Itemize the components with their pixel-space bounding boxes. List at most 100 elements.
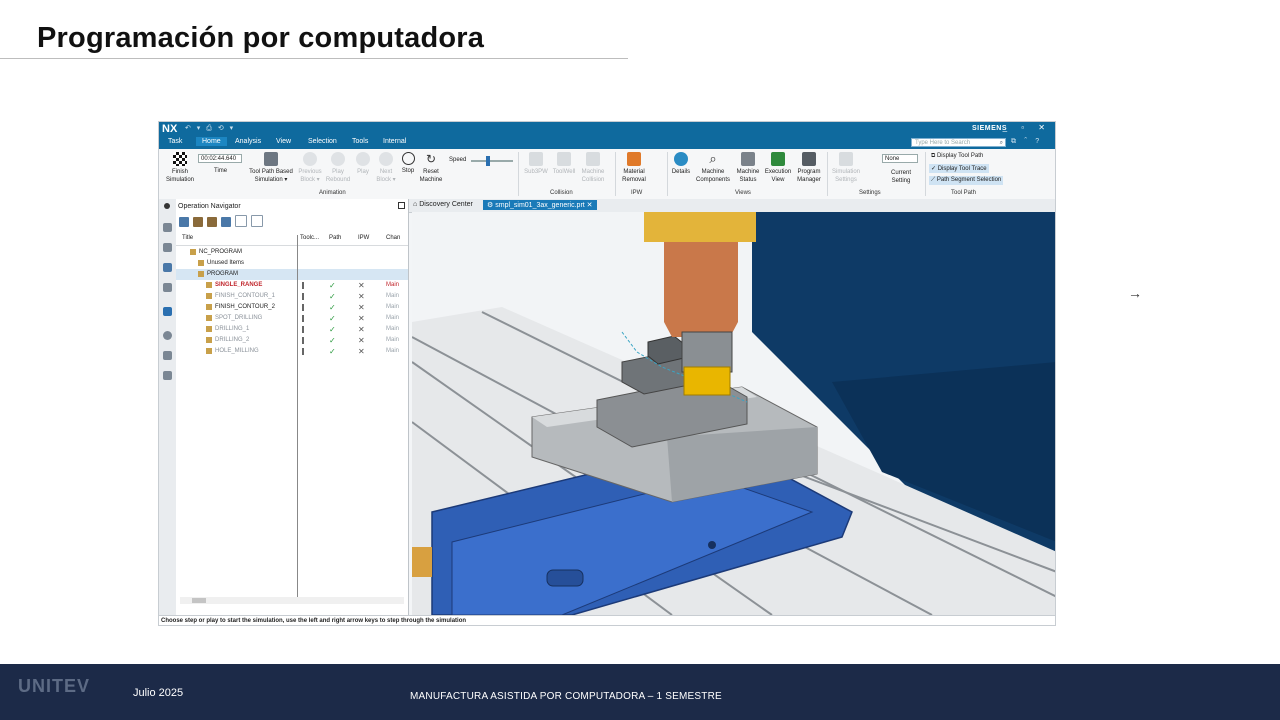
play-button[interactable]: Play (353, 152, 373, 176)
tree-row[interactable]: Unused Items (176, 258, 408, 269)
toolwell-button[interactable]: ToolWell (551, 152, 577, 176)
quick-access-icons[interactable]: ↶ ▾ ⎙ ⟲ ▾ (185, 124, 235, 133)
ipw-status-icon: ✕ (358, 336, 365, 345)
search-placeholder: Type Here to Search (915, 140, 971, 146)
column-channel[interactable]: Chan (386, 235, 400, 241)
tree-row[interactable]: FINISH_CONTOUR_2 ✓ ✕ Main (176, 302, 408, 313)
speed-slider[interactable] (471, 160, 513, 162)
vise-handle (412, 547, 432, 577)
machine-status-button[interactable]: Machine Status (734, 152, 762, 184)
simulation-settings-button[interactable]: Simulation Settings (830, 152, 862, 184)
menu-home[interactable]: Home (196, 137, 227, 146)
tree-row-name: SPOT_DRILLING (215, 315, 263, 321)
machine-components-button[interactable]: ⌕ Machine Components (694, 152, 732, 184)
next-block-button[interactable]: Next Block ▾ (373, 152, 399, 184)
scrollbar-thumb[interactable] (192, 598, 206, 603)
path-status-icon: ✓ (329, 325, 336, 334)
find-icon[interactable] (235, 215, 247, 227)
toolwell-label: ToolWell (552, 169, 576, 175)
tree-row[interactable]: HOLE_MILLING ✓ ✕ Main (176, 346, 408, 357)
channel-value: Main (386, 348, 400, 354)
play-rebound-button[interactable]: Play Rebound (325, 152, 351, 184)
method-view-icon[interactable] (221, 217, 231, 227)
menu-view[interactable]: View (276, 138, 291, 145)
operation-icon (206, 315, 212, 321)
tool-shank (681, 331, 733, 373)
previous-block-button[interactable]: Previous Block ▾ (297, 152, 323, 184)
column-path[interactable]: Path (329, 235, 341, 241)
machine-collision-button[interactable]: Machine Collision (579, 152, 607, 184)
menu-analysis[interactable]: Analysis (235, 138, 261, 145)
rail-pin-icon[interactable] (164, 203, 170, 209)
material-removal-button[interactable]: Material Removal (619, 152, 649, 184)
speed-slider-thumb[interactable] (485, 156, 490, 166)
rail-parts-icon[interactable] (163, 223, 172, 232)
tree-row[interactable]: NC_PROGRAM (176, 247, 408, 258)
machine-tool-view-icon[interactable] (193, 217, 203, 227)
collision-icon (529, 152, 543, 166)
menu-tools[interactable]: Tools (352, 138, 368, 145)
menu-internal[interactable]: Internal (383, 138, 406, 145)
menu-task[interactable]: Task (168, 138, 182, 145)
rail-system-icon[interactable] (163, 371, 172, 380)
search-icon: ⌕ (999, 140, 1003, 146)
window-controls[interactable]: _ ▫ ✕ (1003, 123, 1051, 132)
nx-menubar: Task Home Analysis View Selection Tools … (159, 136, 1055, 149)
menu-selection[interactable]: Selection (308, 138, 337, 145)
rail-roles-icon[interactable] (163, 351, 172, 360)
tool-path-based-simulation-button[interactable]: Tool Path Based Simulation ▾ (245, 152, 297, 184)
tree-row[interactable]: SINGLE_RANGE ✓ ✕ Main (176, 280, 408, 291)
rail-machine-icon[interactable] (163, 283, 172, 292)
column-title[interactable]: Title (182, 235, 193, 241)
rail-history-icon[interactable] (163, 331, 172, 340)
tool-trace-icon: ✓ (931, 166, 938, 172)
tab-part-file[interactable]: ⚙ smpl_sim01_3ax_generic.prt ✕ (483, 200, 597, 210)
simulation-settings-label: Simulation Settings (831, 169, 860, 183)
graphics-viewport[interactable] (412, 212, 1055, 615)
rail-operation-navigator-icon[interactable] (163, 263, 172, 272)
menu-right-icons[interactable]: ⧉ ⌃ ? (1011, 138, 1042, 146)
channel-value: Main (386, 315, 400, 321)
footer-logo-mark (18, 698, 100, 710)
program-manager-icon (802, 152, 816, 166)
finish-simulation-button[interactable]: Finish Simulation (165, 152, 195, 184)
program-manager-button[interactable]: Program Manager (794, 152, 824, 184)
sub3pw-button[interactable]: Sub3PW (523, 152, 549, 176)
next-slide-arrow-icon[interactable]: → (1128, 285, 1142, 301)
reset-machine-button[interactable]: ↻ Reset Machine (417, 152, 445, 184)
stop-button[interactable]: Stop (399, 152, 417, 175)
operation-icon (206, 304, 212, 310)
path-segment-selection-toggle[interactable]: ⟋ Path Segment Selection (929, 176, 1004, 185)
tree-row[interactable]: FINISH_CONTOUR_1 ✓ ✕ Main (176, 291, 408, 302)
program-order-view-icon[interactable] (179, 217, 189, 227)
maximize-icon[interactable] (398, 202, 405, 209)
display-tool-path-toggle[interactable]: ⧉ Display Tool Path (929, 152, 985, 161)
group-separator (518, 152, 519, 196)
setting-dropdown[interactable]: None (882, 154, 918, 163)
rail-assembly-icon[interactable] (163, 243, 172, 252)
time-field[interactable]: 00:02:44.640 (198, 154, 242, 163)
tree-row[interactable]: DRILLING_1 ✓ ✕ Main (176, 324, 408, 335)
current-setting-button[interactable]: Current Setting (883, 169, 919, 185)
geometry-view-icon[interactable] (207, 217, 217, 227)
current-setting-label: Current Setting (890, 170, 911, 184)
filter-icon[interactable] (251, 215, 263, 227)
details-button[interactable]: Details (670, 152, 692, 176)
toolchange-icon (302, 304, 304, 311)
column-toolchange[interactable]: Toolc... (300, 235, 319, 241)
tree-row-name: PROGRAM (207, 271, 239, 277)
channel-value: Main (386, 326, 400, 332)
command-search-input[interactable]: Type Here to Search ⌕ (911, 138, 1006, 147)
tab-discovery-center[interactable]: ⌂ Discovery Center (413, 201, 473, 208)
display-tool-trace-toggle[interactable]: ✓ Display Tool Trace (929, 164, 989, 173)
horizontal-scrollbar[interactable] (180, 597, 404, 604)
column-ipw[interactable]: IPW (358, 235, 369, 241)
group-separator (925, 152, 926, 196)
display-tool-path-label: Display Tool Path (936, 153, 984, 159)
tree-row[interactable]: DRILLING_2 ✓ ✕ Main (176, 335, 408, 346)
tree-row[interactable]: SPOT_DRILLING ✓ ✕ Main (176, 313, 408, 324)
tree-row[interactable]: PROGRAM (176, 269, 408, 280)
execution-view-button[interactable]: Execution View (763, 152, 793, 184)
rail-library-icon[interactable] (163, 307, 172, 316)
tree-row-name: HOLE_MILLING (215, 348, 259, 354)
